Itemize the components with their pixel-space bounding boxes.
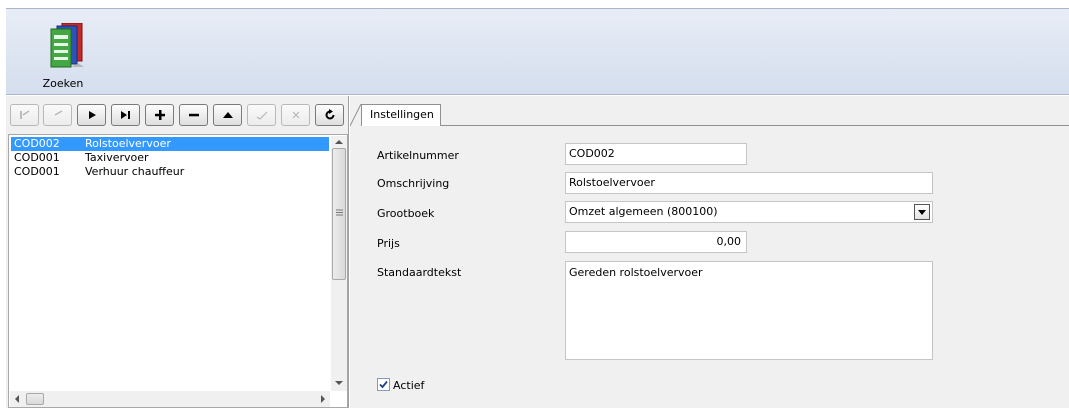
omschrijving-value: Rolstoelvervoer — [569, 176, 655, 189]
artikelnummer-value: COD002 — [569, 147, 615, 160]
search-button-label: Zoeken — [42, 77, 84, 90]
refresh-icon — [325, 109, 334, 120]
last-record-button[interactable] — [111, 104, 140, 126]
scroll-right-icon[interactable] — [320, 395, 326, 403]
x-icon — [292, 111, 299, 119]
previous-icon — [54, 110, 62, 116]
list-item[interactable]: COD002 Rolstoelvervoer — [11, 137, 329, 151]
plus-icon — [154, 110, 165, 120]
vertical-scrollbar[interactable] — [331, 136, 347, 391]
scroll-up-icon[interactable] — [335, 139, 343, 145]
grip-icon — [336, 209, 343, 216]
first-icon — [19, 110, 29, 119]
grootboek-label: Grootboek — [377, 207, 435, 220]
list-item[interactable]: COD001 Verhuur chauffeur — [11, 165, 329, 179]
artikelnummer-label: Artikelnummer — [377, 149, 459, 162]
prijs-label: Prijs — [377, 237, 400, 250]
item-description: Verhuur chauffeur — [85, 165, 185, 178]
horizontal-scroll-thumb[interactable] — [26, 393, 44, 405]
item-code: COD002 — [14, 137, 60, 150]
scroll-left-icon[interactable] — [14, 395, 20, 403]
last-icon — [120, 111, 130, 119]
up-triangle-icon — [222, 112, 233, 118]
scroll-down-icon[interactable] — [335, 380, 343, 386]
detail-panel: Instellingen Artikelnummer COD002 Omschr… — [350, 96, 1069, 408]
item-code: COD001 — [14, 165, 60, 178]
actief-checkbox[interactable] — [377, 378, 390, 391]
item-description: Rolstoelvervoer — [85, 137, 171, 150]
item-code: COD001 — [14, 151, 60, 164]
ribbon: Zoeken — [6, 9, 1069, 95]
chevron-down-icon — [918, 209, 926, 215]
post-record-button[interactable] — [247, 104, 276, 126]
standaardtekst-label: Standaardtekst — [377, 266, 462, 279]
previous-record-button[interactable] — [43, 104, 72, 126]
list-item[interactable]: COD001 Taxivervoer — [11, 151, 329, 165]
grootboek-value: Omzet algemeen (800100) — [569, 205, 718, 218]
vertical-scroll-thumb[interactable] — [332, 148, 346, 280]
horizontal-scrollbar[interactable] — [10, 391, 330, 407]
standaardtekst-value: Gereden rolstoelvervoer — [569, 266, 703, 279]
tab-underline — [441, 125, 1069, 126]
omschrijving-label: Omschrijving — [377, 177, 450, 190]
search-button[interactable]: Zoeken — [34, 17, 92, 93]
delete-record-button[interactable] — [179, 104, 208, 126]
edit-record-button[interactable] — [213, 104, 242, 126]
actief-label: Actief — [393, 379, 425, 392]
checkmark-icon — [379, 380, 388, 389]
navigation-toolbar — [8, 104, 348, 126]
omschrijving-field[interactable]: Rolstoelvervoer — [565, 172, 933, 194]
prijs-value: 0,00 — [716, 235, 742, 248]
artikelnummer-field[interactable]: COD002 — [565, 143, 747, 165]
next-record-button[interactable] — [77, 104, 106, 126]
item-description: Taxivervoer — [85, 151, 149, 164]
first-record-button[interactable] — [10, 104, 39, 126]
prijs-field[interactable]: 0,00 — [565, 231, 747, 253]
tab-instellingen[interactable]: Instellingen — [361, 104, 441, 126]
minus-icon — [188, 113, 199, 117]
refresh-button[interactable] — [315, 104, 344, 126]
play-icon — [88, 111, 96, 119]
application-window: Zoeken COD002 Rolstoelvervoer COD001 Tax… — [0, 0, 1069, 408]
books-search-icon — [50, 23, 84, 68]
record-list[interactable]: COD002 Rolstoelvervoer COD001 Taxivervoe… — [8, 134, 348, 408]
dropdown-button[interactable] — [914, 204, 930, 220]
cancel-record-button[interactable] — [281, 104, 310, 126]
record-list-panel: COD002 Rolstoelvervoer COD001 Taxivervoe… — [6, 96, 349, 408]
standaardtekst-textarea[interactable]: Gereden rolstoelvervoer — [565, 261, 933, 360]
grootboek-select[interactable]: Omzet algemeen (800100) — [565, 201, 933, 223]
add-record-button[interactable] — [145, 104, 174, 126]
check-icon — [256, 111, 267, 120]
